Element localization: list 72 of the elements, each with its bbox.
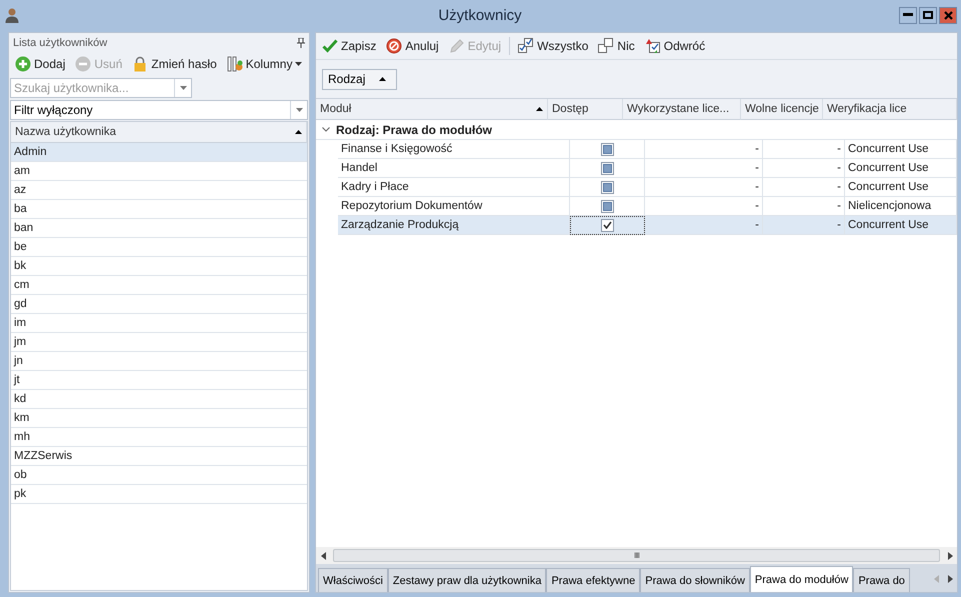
toolbar-button[interactable]: Nic: [596, 37, 637, 55]
search-box[interactable]: Szukaj użytkownika...: [10, 78, 192, 98]
no-entry-icon: [386, 38, 402, 54]
toolbar-button[interactable]: Zmień hasło: [130, 55, 219, 73]
filter-dropdown[interactable]: Filtr wyłączony: [11, 103, 290, 117]
group-row-label: Rodzaj: Prawa do modułów: [336, 122, 492, 136]
checkbox[interactable]: [600, 200, 614, 212]
scroll-left-icon[interactable]: [320, 552, 326, 560]
pencil-icon: [448, 38, 465, 54]
group-by-chip[interactable]: Rodzaj: [322, 68, 398, 90]
toolbar-button[interactable]: Odwróć: [642, 37, 708, 55]
column-header[interactable]: Wykorzystane lice...: [623, 99, 741, 120]
dropdown-arrow-icon: [180, 86, 186, 90]
scrollbar-thumb[interactable]: IIII: [333, 549, 940, 562]
column-header[interactable]: Dostęp: [548, 99, 623, 120]
user-row[interactable]: Admin: [11, 143, 307, 162]
table-row[interactable]: Handel - - Concurrent Use: [338, 159, 957, 178]
user-icon: [4, 7, 20, 23]
column-header[interactable]: Nazwa użytkownika: [11, 122, 307, 143]
scroll-right-icon[interactable]: [948, 552, 952, 560]
table-row[interactable]: Finanse i Księgowość - - Concurrent Use: [338, 140, 957, 159]
table-cell: Concurrent Use: [845, 216, 957, 235]
table-row[interactable]: Repozytorium Dokumentów - - Nielicencjonowa: [338, 197, 957, 216]
tab[interactable]: Prawa efektywne: [546, 568, 640, 592]
dropdown-arrow-icon: [296, 108, 302, 112]
toolbar-button[interactable]: Dodaj: [13, 55, 68, 73]
checkbox[interactable]: [600, 142, 614, 156]
close-icon: [944, 10, 952, 20]
swap-checkboxes-icon: [644, 38, 661, 54]
minimize-icon: [903, 13, 913, 17]
table-cell: -: [763, 216, 845, 235]
filter-combo[interactable]: Filtr wyłączony: [10, 100, 308, 120]
plus-icon: [15, 56, 31, 72]
toolbar-button[interactable]: Wszystko: [516, 37, 590, 55]
table-cell: -: [645, 216, 763, 235]
pin-icon[interactable]: [297, 38, 305, 48]
tab[interactable]: Właściwości: [318, 568, 388, 592]
sort-arrow-icon: [379, 77, 386, 81]
horizontal-scrollbar[interactable]: IIII: [316, 547, 957, 564]
checkmark-icon: [322, 38, 338, 54]
column-header[interactable]: Moduł: [316, 99, 548, 120]
sort-arrow-icon: [295, 130, 302, 134]
minimize-button[interactable]: [899, 6, 917, 24]
table-row[interactable]: Zarządzanie Produkcją - - Concurrent Use: [338, 216, 957, 235]
tab[interactable]: Prawa do: [853, 568, 910, 592]
toolbar-button[interactable]: Anuluj: [384, 37, 441, 55]
minus-icon: [75, 56, 92, 72]
maximize-icon: [923, 11, 933, 19]
sort-arrow-icon: [536, 107, 543, 111]
checkbox[interactable]: [600, 218, 614, 232]
tab-scroll-right-icon[interactable]: [948, 575, 952, 583]
table-row[interactable]: Kadry i Płace - - Concurrent Use: [338, 178, 957, 197]
checkboxes-icon: [518, 38, 534, 54]
window-title: Użytkownicy: [437, 6, 523, 24]
column-header[interactable]: Wolne licencje: [741, 99, 823, 120]
chevron-icon[interactable]: [322, 127, 330, 132]
toolbar-button[interactable]: Zapisz: [320, 37, 378, 55]
tab[interactable]: Prawa do słowników: [640, 568, 750, 592]
toolbar-button[interactable]: Kolumny: [224, 55, 304, 73]
checkbox[interactable]: [600, 180, 614, 194]
tab[interactable]: Zestawy praw dla użytkownika: [388, 568, 546, 592]
column-header[interactable]: Weryfikacja lice: [823, 99, 957, 120]
tab[interactable]: Prawa do modułów: [750, 566, 854, 592]
empty-checkboxes-icon: [598, 38, 614, 54]
table-cell: Zarządzanie Produkcją: [338, 216, 570, 235]
lock-icon: [132, 56, 148, 72]
maximize-button[interactable]: [919, 6, 937, 24]
panel-title: Lista użytkowników: [13, 37, 108, 49]
checkbox[interactable]: [600, 162, 614, 174]
columns-icon: [226, 56, 243, 72]
close-button[interactable]: [939, 6, 957, 24]
search-field[interactable]: Szukaj użytkownika...: [11, 81, 174, 95]
